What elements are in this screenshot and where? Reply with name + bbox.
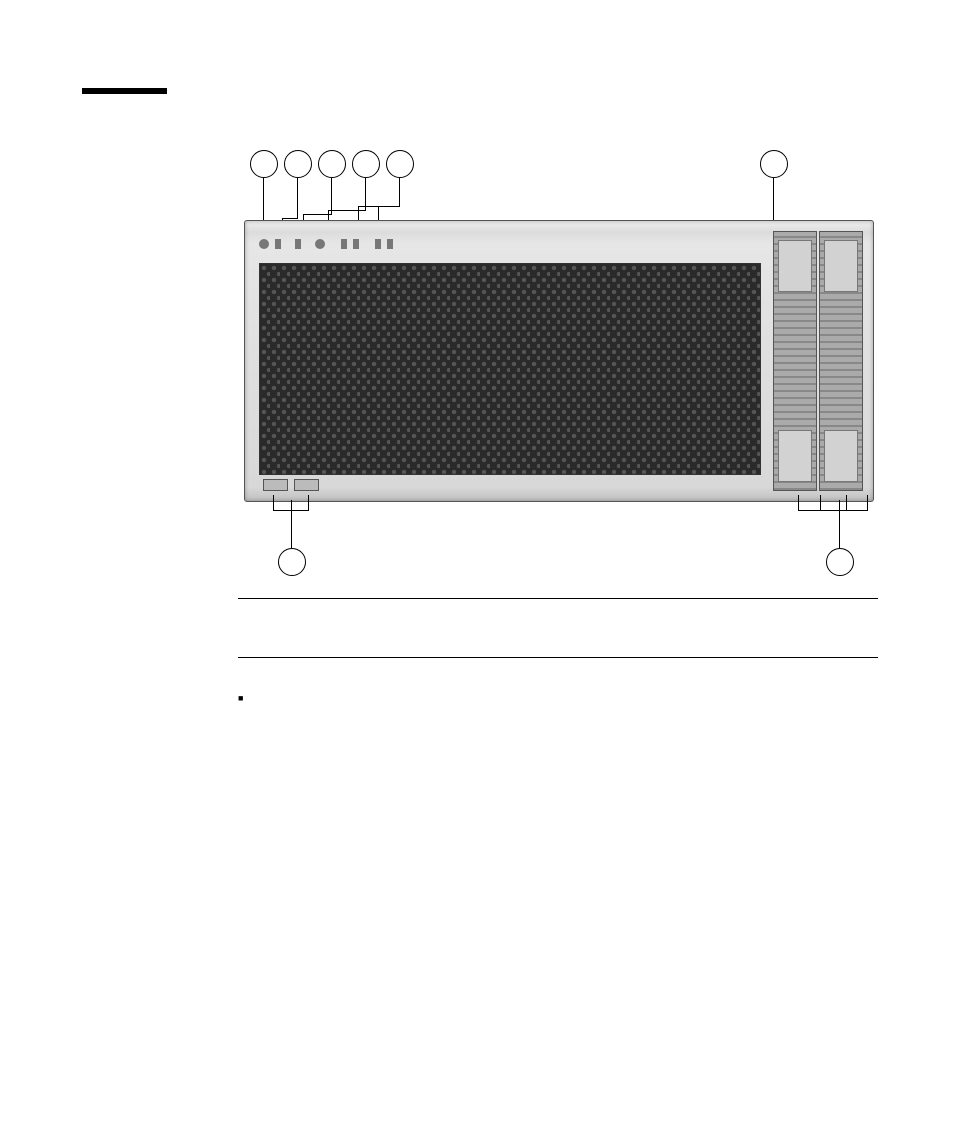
leader-8b	[798, 510, 868, 511]
callout-4	[352, 150, 380, 178]
callout-5	[386, 150, 414, 178]
drive-bay	[773, 231, 863, 491]
legend-bottom-rule	[238, 657, 878, 658]
usb-port-2	[294, 479, 319, 491]
legend-row	[238, 609, 878, 619]
legend-desc	[600, 609, 878, 619]
ventilation-mesh	[259, 263, 761, 475]
legend-desc	[280, 639, 558, 649]
figure-caption	[238, 124, 878, 138]
legend-num	[238, 639, 280, 649]
page-footer	[854, 1092, 876, 1107]
leader-8c	[798, 495, 799, 510]
server-chassis	[244, 220, 874, 502]
leader-8f	[867, 495, 868, 510]
legend-desc	[280, 609, 558, 619]
leader-7a	[291, 500, 292, 548]
legend-num	[558, 609, 600, 619]
page-content	[238, 88, 878, 708]
legend-num	[558, 619, 600, 629]
leader-4b	[328, 210, 366, 211]
leader-7b	[273, 510, 309, 511]
drive-column-2	[819, 231, 863, 491]
leader-2b	[282, 218, 298, 219]
legend-num	[558, 639, 600, 649]
leader-7c	[273, 495, 274, 510]
legend-desc	[600, 619, 878, 629]
header-rule	[82, 88, 167, 94]
callout-8	[826, 548, 854, 576]
usb-ports	[263, 479, 319, 493]
legend-num	[238, 609, 280, 619]
leader-3a	[331, 178, 332, 214]
leader-8e	[846, 495, 847, 510]
legend-desc	[600, 639, 878, 649]
usb-port-1	[263, 479, 288, 491]
front-panel-figure	[238, 150, 878, 580]
related-info-item	[238, 690, 878, 708]
indicator-strip	[259, 235, 649, 253]
drive-column-1	[773, 231, 817, 491]
leader-5b	[358, 206, 400, 207]
legend-num	[558, 629, 600, 639]
legend-num	[238, 619, 280, 629]
leader-5a	[399, 178, 400, 206]
legend-desc	[600, 629, 878, 639]
legend-top-rule	[238, 598, 878, 599]
callout-3	[318, 150, 346, 178]
legend-desc	[280, 619, 558, 629]
callout-6	[760, 150, 788, 178]
callout-2	[284, 150, 312, 178]
leader-7d	[308, 495, 309, 510]
legend-row	[238, 629, 878, 639]
leader-8a	[839, 500, 840, 548]
leader-8d	[820, 495, 821, 510]
related-info-list	[238, 690, 878, 708]
legend-desc	[280, 629, 558, 639]
callout-7	[278, 548, 306, 576]
legend-row	[238, 639, 878, 649]
legend-num	[238, 629, 280, 639]
legend-row	[238, 619, 878, 629]
callout-1	[250, 150, 278, 178]
leader-2a	[297, 178, 298, 218]
legend-table	[238, 609, 878, 649]
